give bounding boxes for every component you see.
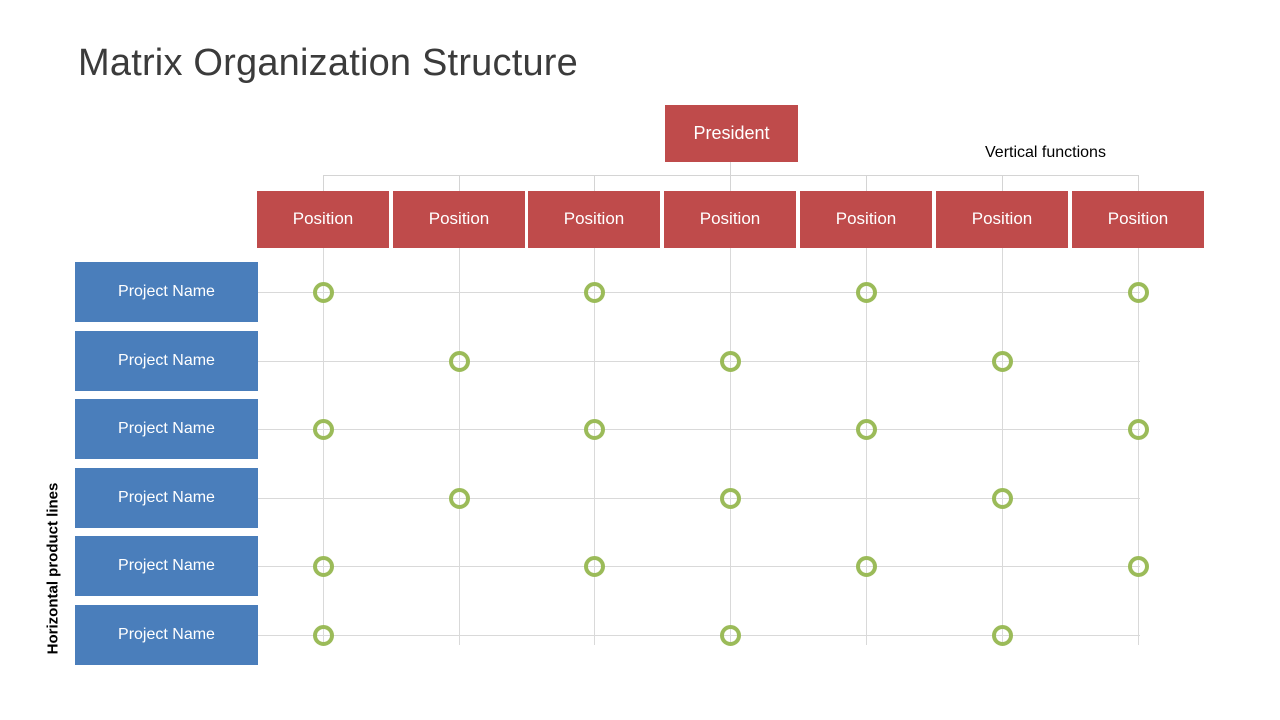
position-box-label: Position: [1107, 209, 1169, 229]
position-box-label: Position: [971, 209, 1033, 229]
project-box-6[interactable]: Project Name: [75, 605, 258, 665]
connector-position-drop-7: [1138, 175, 1139, 191]
matrix-marker-r3-c5[interactable]: [855, 418, 877, 440]
project-box-label: Project Name: [118, 557, 215, 575]
project-box-3[interactable]: Project Name: [75, 399, 258, 459]
org-node-president-label: President: [693, 122, 770, 143]
gridline-vertical-6: [1002, 248, 1003, 645]
matrix-marker-r1-c7[interactable]: [1127, 281, 1149, 303]
matrix-marker-r1-c5[interactable]: [855, 281, 877, 303]
connector-position-drop-6: [1002, 175, 1003, 191]
matrix-marker-r3-c1[interactable]: [312, 418, 334, 440]
project-box-label: Project Name: [118, 489, 215, 507]
connector-president-drop: [730, 162, 731, 175]
matrix-marker-r4-c4[interactable]: [719, 487, 741, 509]
matrix-marker-r5-c1[interactable]: [312, 555, 334, 577]
project-box-label: Project Name: [118, 626, 215, 644]
position-box-5[interactable]: Position: [800, 191, 932, 248]
org-node-president[interactable]: President: [665, 105, 798, 162]
gridline-horizontal-1: [258, 292, 1140, 293]
axis-label-vertical-functions: Vertical functions: [985, 144, 1106, 161]
page-title: Matrix Organization Structure: [78, 42, 578, 84]
connector-position-drop-3: [594, 175, 595, 191]
gridline-horizontal-5: [258, 566, 1140, 567]
gridline-vertical-7: [1138, 248, 1139, 645]
project-box-4[interactable]: Project Name: [75, 468, 258, 528]
gridline-vertical-2: [459, 248, 460, 645]
connector-position-drop-5: [866, 175, 867, 191]
axis-label-horizontal-product-lines: Horizontal product lines: [44, 482, 62, 655]
project-box-label: Project Name: [118, 420, 215, 438]
position-box-2[interactable]: Position: [393, 191, 525, 248]
connector-position-drop-1: [323, 175, 324, 191]
gridline-vertical-1: [323, 248, 324, 645]
project-box-2[interactable]: Project Name: [75, 331, 258, 391]
project-box-label: Project Name: [118, 283, 215, 301]
connector-position-drop-4: [730, 175, 731, 191]
position-box-1[interactable]: Position: [257, 191, 389, 248]
position-box-label: Position: [428, 209, 490, 229]
position-box-3[interactable]: Position: [528, 191, 660, 248]
matrix-marker-r1-c1[interactable]: [312, 281, 334, 303]
gridline-vertical-3: [594, 248, 595, 645]
position-box-label: Position: [835, 209, 897, 229]
matrix-marker-r6-c6[interactable]: [991, 624, 1013, 646]
project-box-1[interactable]: Project Name: [75, 262, 258, 322]
position-box-6[interactable]: Position: [936, 191, 1068, 248]
position-box-label: Position: [563, 209, 625, 229]
matrix-marker-r3-c3[interactable]: [583, 418, 605, 440]
matrix-marker-r2-c6[interactable]: [991, 350, 1013, 372]
matrix-marker-r2-c2[interactable]: [448, 350, 470, 372]
matrix-marker-r5-c7[interactable]: [1127, 555, 1149, 577]
connector-position-drop-2: [459, 175, 460, 191]
matrix-marker-r2-c4[interactable]: [719, 350, 741, 372]
matrix-marker-r4-c6[interactable]: [991, 487, 1013, 509]
position-box-label: Position: [699, 209, 761, 229]
matrix-marker-r6-c1[interactable]: [312, 624, 334, 646]
matrix-marker-r1-c3[interactable]: [583, 281, 605, 303]
project-box-5[interactable]: Project Name: [75, 536, 258, 596]
gridline-vertical-4: [730, 248, 731, 645]
matrix-marker-r4-c2[interactable]: [448, 487, 470, 509]
gridline-horizontal-3: [258, 429, 1140, 430]
position-box-7[interactable]: Position: [1072, 191, 1204, 248]
matrix-marker-r6-c4[interactable]: [719, 624, 741, 646]
gridline-vertical-5: [866, 248, 867, 645]
matrix-marker-r5-c5[interactable]: [855, 555, 877, 577]
project-box-label: Project Name: [118, 352, 215, 370]
matrix-marker-r5-c3[interactable]: [583, 555, 605, 577]
matrix-marker-r3-c7[interactable]: [1127, 418, 1149, 440]
position-box-label: Position: [292, 209, 354, 229]
position-box-4[interactable]: Position: [664, 191, 796, 248]
